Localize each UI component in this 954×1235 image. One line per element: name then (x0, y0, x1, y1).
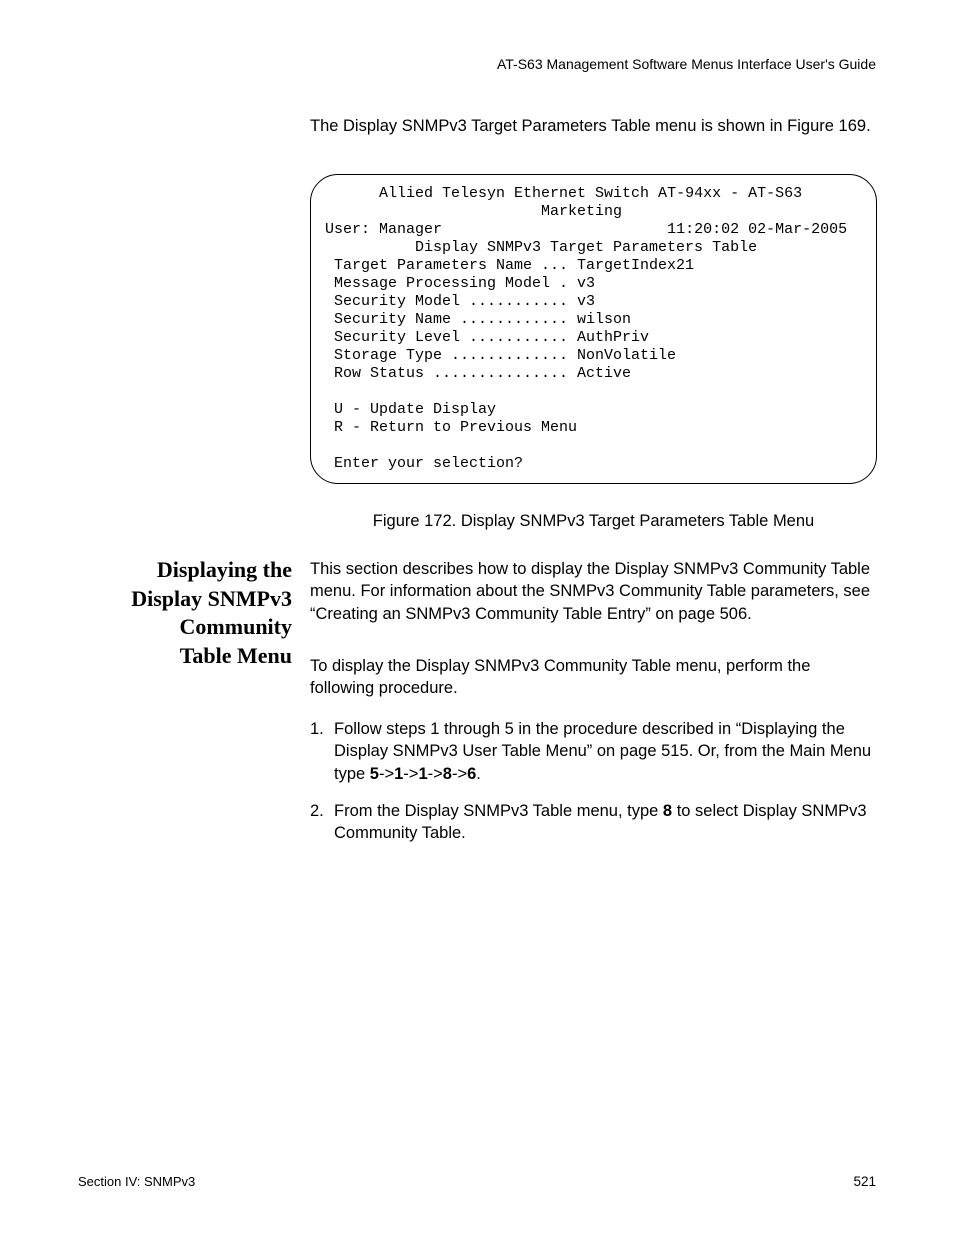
step-1: 1.Follow steps 1 through 5 in the proced… (310, 718, 878, 785)
step-2-number: 2. (310, 800, 334, 822)
terminal-row-sec-level: Security Level ........... AuthPriv (325, 329, 649, 346)
terminal-title-line1: Allied Telesyn Ethernet Switch AT-94xx -… (325, 185, 802, 220)
terminal-option-update: U - Update Display (325, 401, 496, 418)
footer-section-label: Section IV: SNMPv3 (78, 1174, 195, 1189)
body-paragraph-1: This section describes how to display th… (310, 558, 878, 625)
terminal-content: Allied Telesyn Ethernet Switch AT-94xx -… (325, 185, 862, 473)
step-2: 2.From the Display SNMPv3 Table menu, ty… (310, 800, 878, 845)
step-2-body: From the Display SNMPv3 Table menu, type… (334, 800, 874, 845)
intro-paragraph: The Display SNMPv3 Target Parameters Tab… (310, 115, 875, 137)
page: AT-S63 Management Software Menus Interfa… (0, 0, 954, 1235)
terminal-prompt: Enter your selection? (325, 455, 523, 472)
terminal-user-line: User: Manager 11:20:02 02-Mar-2005 (325, 221, 847, 238)
terminal-row-status: Row Status ............... Active (325, 365, 631, 382)
section-side-heading: Displaying the Display SNMPv3 Community … (78, 556, 292, 670)
terminal-row-storage: Storage Type ............. NonVolatile (325, 347, 676, 364)
terminal-row-sec-name: Security Name ............ wilson (325, 311, 631, 328)
terminal-row-target-params: Target Parameters Name ... TargetIndex21 (325, 257, 694, 274)
terminal-row-sec-model: Security Model ........... v3 (325, 293, 595, 310)
figure-caption: Figure 172. Display SNMPv3 Target Parame… (310, 512, 877, 531)
terminal-screenshot: Allied Telesyn Ethernet Switch AT-94xx -… (310, 174, 877, 484)
footer-page-number: 521 (853, 1174, 876, 1189)
body-paragraph-2: To display the Display SNMPv3 Community … (310, 655, 878, 700)
header-guide-title: AT-S63 Management Software Menus Interfa… (497, 56, 876, 72)
step-1-number: 1. (310, 718, 334, 740)
terminal-option-return: R - Return to Previous Menu (325, 419, 577, 436)
step-1-body: Follow steps 1 through 5 in the procedur… (334, 718, 874, 785)
terminal-subtitle: Display SNMPv3 Target Parameters Table (325, 239, 757, 256)
terminal-row-msg-proc: Message Processing Model . v3 (325, 275, 595, 292)
